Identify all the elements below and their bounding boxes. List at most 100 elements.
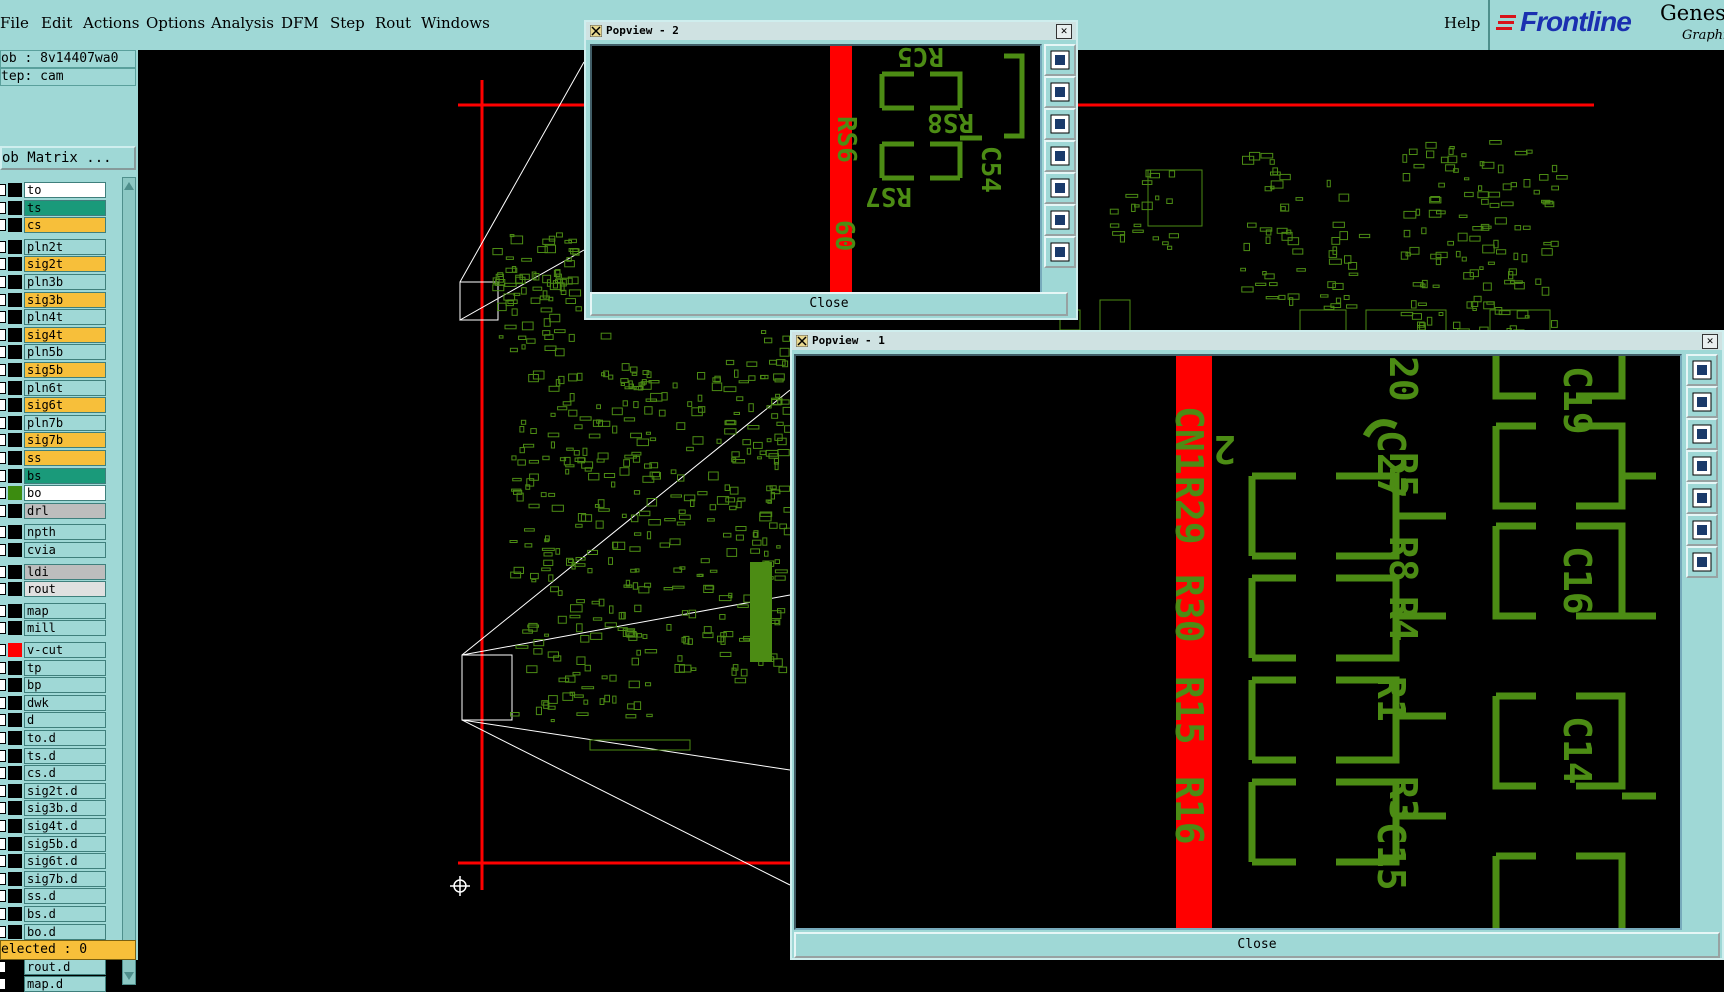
layer-name[interactable]: tp <box>24 659 106 676</box>
menu-edit[interactable]: Edit <box>41 14 72 32</box>
layer-checkbox[interactable] <box>0 184 6 196</box>
menu-actions[interactable]: Actions <box>83 14 139 32</box>
layer-row[interactable]: sig2t.d <box>0 782 108 799</box>
layer-color-swatch[interactable] <box>8 854 22 869</box>
layer-checkbox[interactable] <box>0 749 6 762</box>
layer-checkbox[interactable] <box>0 544 6 556</box>
layer-name[interactable]: sig3b <box>24 291 106 308</box>
layer-row[interactable]: bo.d <box>0 923 108 940</box>
layer-name[interactable]: sig4t <box>24 326 106 343</box>
layer-color-swatch[interactable] <box>8 678 22 693</box>
layer-color-swatch[interactable] <box>8 731 22 745</box>
layer-checkbox[interactable] <box>0 960 6 973</box>
layer-row[interactable]: sig4t.d <box>0 818 108 834</box>
layer-row[interactable]: tp <box>0 659 108 676</box>
layer-name[interactable]: cvia <box>24 542 106 558</box>
popview-2-close-button[interactable]: Close <box>590 292 1068 316</box>
layer-checkbox[interactable] <box>0 328 6 341</box>
layer-row[interactable]: sig5b <box>0 362 108 378</box>
layer-checkbox[interactable] <box>0 487 6 500</box>
layer-color-swatch[interactable] <box>8 468 22 483</box>
layer-checkbox[interactable] <box>0 784 6 797</box>
layer-row[interactable]: pln5b <box>0 344 108 361</box>
layer-checkbox[interactable] <box>0 820 6 832</box>
layer-name[interactable]: sig7b <box>24 432 106 449</box>
popview-2-view[interactable]: RC5 RS8 RS6 C54 RS7 60 <box>590 44 1042 310</box>
layer-row[interactable]: sig5b.d <box>0 835 108 852</box>
layer-name[interactable]: ss.d <box>24 888 106 905</box>
layer-checkbox[interactable] <box>0 679 6 692</box>
popview-1-view[interactable]: CN1 R29 R30 R15 R16 2 C27 R5 R8 R4 R1 R3… <box>794 354 1682 930</box>
layer-color-swatch[interactable] <box>8 836 22 851</box>
layer-name[interactable]: map <box>24 602 106 619</box>
layer-row[interactable]: to <box>0 182 108 198</box>
scroll-up-icon[interactable] <box>123 180 135 192</box>
layer-checkbox[interactable] <box>0 802 6 815</box>
layer-color-swatch[interactable] <box>8 451 22 465</box>
scroll-down-icon[interactable] <box>123 970 135 982</box>
layer-name[interactable]: ts.d <box>24 747 106 764</box>
layer-row[interactable]: d <box>0 712 108 729</box>
layer-color-swatch[interactable] <box>8 310 22 325</box>
layer-name[interactable]: to <box>24 182 106 198</box>
layer-checkbox[interactable] <box>0 399 6 412</box>
layer-color-swatch[interactable] <box>8 582 22 597</box>
layer-row[interactable]: mill <box>0 620 108 637</box>
layer-checkbox[interactable] <box>0 855 6 868</box>
layer-color-swatch[interactable] <box>8 239 22 254</box>
layer-row[interactable]: pln4t <box>0 309 108 326</box>
layer-row[interactable]: bs.d <box>0 906 108 922</box>
layer-color-swatch[interactable] <box>8 415 22 430</box>
layer-name[interactable]: sig6t <box>24 397 106 414</box>
layer-checkbox[interactable] <box>0 258 6 271</box>
layer-row[interactable]: cs <box>0 217 108 234</box>
layer-checkbox[interactable] <box>0 837 6 850</box>
layer-color-swatch[interactable] <box>8 543 22 557</box>
layer-checkbox[interactable] <box>0 732 6 744</box>
layer-name[interactable]: pln6t <box>24 379 106 396</box>
layer-color-swatch[interactable] <box>8 660 22 675</box>
layer-name[interactable]: sig2t.d <box>24 782 106 799</box>
layer-color-swatch[interactable] <box>8 977 22 992</box>
layer-color-swatch[interactable] <box>8 345 22 360</box>
layer-row[interactable]: sig6t.d <box>0 853 108 870</box>
layer-color-swatch[interactable] <box>8 819 22 833</box>
layer-color-swatch[interactable] <box>8 748 22 763</box>
layer-name[interactable]: bs <box>24 467 106 484</box>
layer-name[interactable]: mill <box>24 620 106 637</box>
popview-1-close-icon[interactable]: ✕ <box>1702 334 1718 349</box>
layer-checkbox[interactable] <box>0 293 6 306</box>
layer-checkbox[interactable] <box>0 364 6 376</box>
layer-checkbox[interactable] <box>0 978 6 991</box>
menu-windows[interactable]: Windows <box>421 14 490 32</box>
layer-color-swatch[interactable] <box>8 218 22 233</box>
layer-name[interactable]: v-cut <box>24 642 106 658</box>
layer-color-swatch[interactable] <box>8 871 22 886</box>
layer-color-swatch[interactable] <box>8 713 22 728</box>
layer-color-swatch[interactable] <box>8 564 22 579</box>
layer-row[interactable]: v-cut <box>0 642 108 658</box>
layer-row[interactable]: cs.d <box>0 765 108 782</box>
popview-1-titlebar[interactable]: Popview - 1 ✕ <box>792 332 1722 350</box>
layer-name[interactable]: bs.d <box>24 906 106 922</box>
layer-row[interactable]: sig6t <box>0 397 108 414</box>
layer-row[interactable]: sig2t <box>0 256 108 273</box>
layer-scrollbar[interactable] <box>122 177 136 985</box>
layer-name[interactable]: to.d <box>24 730 106 746</box>
zoom-out-button[interactable] <box>1686 546 1718 578</box>
layer-checkbox[interactable] <box>0 714 6 727</box>
layer-name[interactable]: rout <box>24 581 106 598</box>
layer-checkbox[interactable] <box>0 434 6 447</box>
layer-name[interactable]: dwk <box>24 694 106 711</box>
layer-checkbox[interactable] <box>0 469 6 482</box>
pan-right-button[interactable] <box>1044 172 1076 204</box>
layer-checkbox[interactable] <box>0 622 6 635</box>
popview-2-close-icon[interactable]: ✕ <box>1056 24 1072 39</box>
layer-name[interactable]: cs <box>24 217 106 234</box>
layer-row[interactable]: ts <box>0 199 108 216</box>
layer-row[interactable]: pln6t <box>0 379 108 396</box>
zoom-home-button[interactable] <box>1686 354 1718 386</box>
layer-row[interactable]: sig4t <box>0 326 108 343</box>
layer-checkbox[interactable] <box>0 526 6 539</box>
layer-color-swatch[interactable] <box>8 695 22 710</box>
